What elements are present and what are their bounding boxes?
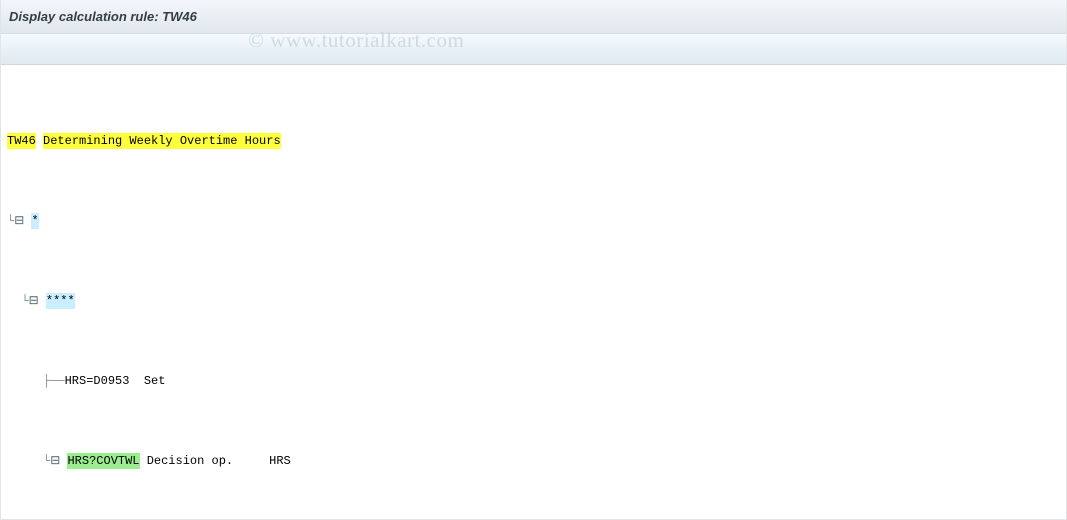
toolbar-strip <box>1 34 1066 65</box>
op-code: HRS?COVTWL <box>67 453 139 469</box>
tree-row[interactable]: ├── HRS=D0953 Set <box>1 373 1066 389</box>
rule-desc: Determining Weekly Overtime Hours <box>43 133 281 149</box>
tree-row[interactable]: └ ⊟ * <box>1 213 1066 229</box>
tree-row-root[interactable]: TW46 Determining Weekly Overtime Hours <box>1 133 1066 149</box>
stars: **** <box>46 293 75 309</box>
tree-area: TW46 Determining Weekly Overtime Hours └… <box>1 65 1066 520</box>
page-title: Display calculation rule: TW46 <box>9 9 197 24</box>
tree-row[interactable]: └ ⊟ **** <box>1 293 1066 309</box>
tree-row[interactable]: └ ⊟ HRS?COVTWL Decision op. HRS <box>1 453 1066 469</box>
rule-code: TW46 <box>7 133 36 149</box>
star: * <box>31 213 38 229</box>
header-bar: Display calculation rule: TW46 <box>1 0 1066 34</box>
